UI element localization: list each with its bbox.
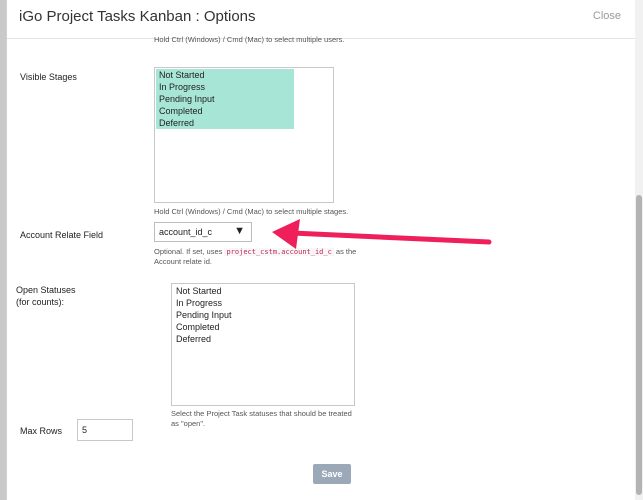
status-option[interactable]: Not Started: [173, 285, 353, 297]
stage-option[interactable]: Not Started: [156, 69, 294, 81]
account-relate-hint-suffix: as the: [335, 247, 357, 256]
dropdown-caret-icon: ▼: [234, 225, 245, 237]
account-relate-hint-prefix: Optional. If set, uses: [154, 247, 223, 256]
status-option[interactable]: Completed: [173, 321, 353, 333]
status-option[interactable]: Deferred: [173, 333, 353, 345]
open-statuses-hint-line2: as "open".: [171, 419, 206, 428]
stage-option[interactable]: In Progress: [156, 81, 294, 93]
save-button[interactable]: Save: [313, 464, 351, 484]
dialog-body: Hold Ctrl (Windows) / Cmd (Mac) to selec…: [7, 35, 636, 500]
users-hint: Hold Ctrl (Windows) / Cmd (Mac) to selec…: [154, 35, 345, 44]
status-option[interactable]: In Progress: [173, 297, 353, 309]
open-statuses-hint: Select the Project Task statuses that sh…: [171, 409, 352, 429]
max-rows-label: Max Rows: [20, 426, 63, 436]
stage-option[interactable]: Completed: [156, 105, 294, 117]
visible-stages-listbox[interactable]: Not Started In Progress Pending Input Co…: [154, 67, 334, 203]
close-button[interactable]: Close: [593, 10, 621, 22]
dialog-title: iGo Project Tasks Kanban : Options: [19, 8, 256, 25]
account-relate-select[interactable]: account_id_c ▼: [154, 222, 252, 242]
visible-stages-label: Visible Stages: [20, 72, 77, 82]
open-statuses-label-line2: (for counts):: [16, 297, 65, 307]
options-dialog: iGo Project Tasks Kanban : Options Close…: [6, 0, 636, 500]
stage-option[interactable]: Pending Input: [156, 93, 294, 105]
scrollbar-thumb[interactable]: [636, 195, 642, 495]
visible-stages-hint: Hold Ctrl (Windows) / Cmd (Mac) to selec…: [154, 207, 349, 216]
account-relate-hint: Optional. If set, uses project_cstm.acco…: [154, 247, 356, 267]
max-rows-input[interactable]: 5: [77, 419, 133, 441]
account-relate-hint-line2: Account relate id.: [154, 257, 212, 266]
status-option[interactable]: Pending Input: [173, 309, 353, 321]
open-statuses-label: Open Statuses (for counts):: [16, 284, 76, 308]
open-statuses-label-line1: Open Statuses: [16, 285, 76, 295]
account-relate-label: Account Relate Field: [20, 230, 104, 240]
account-relate-hint-code: project_cstm.account_id_c: [224, 248, 334, 256]
account-relate-value: account_id_c: [159, 227, 213, 237]
visible-stages-options: Not Started In Progress Pending Input Co…: [156, 69, 294, 129]
open-statuses-listbox[interactable]: Not Started In Progress Pending Input Co…: [171, 283, 355, 406]
open-statuses-hint-line1: Select the Project Task statuses that sh…: [171, 409, 352, 418]
stage-option[interactable]: Deferred: [156, 117, 294, 129]
dialog-header: iGo Project Tasks Kanban : Options Close: [7, 0, 636, 39]
